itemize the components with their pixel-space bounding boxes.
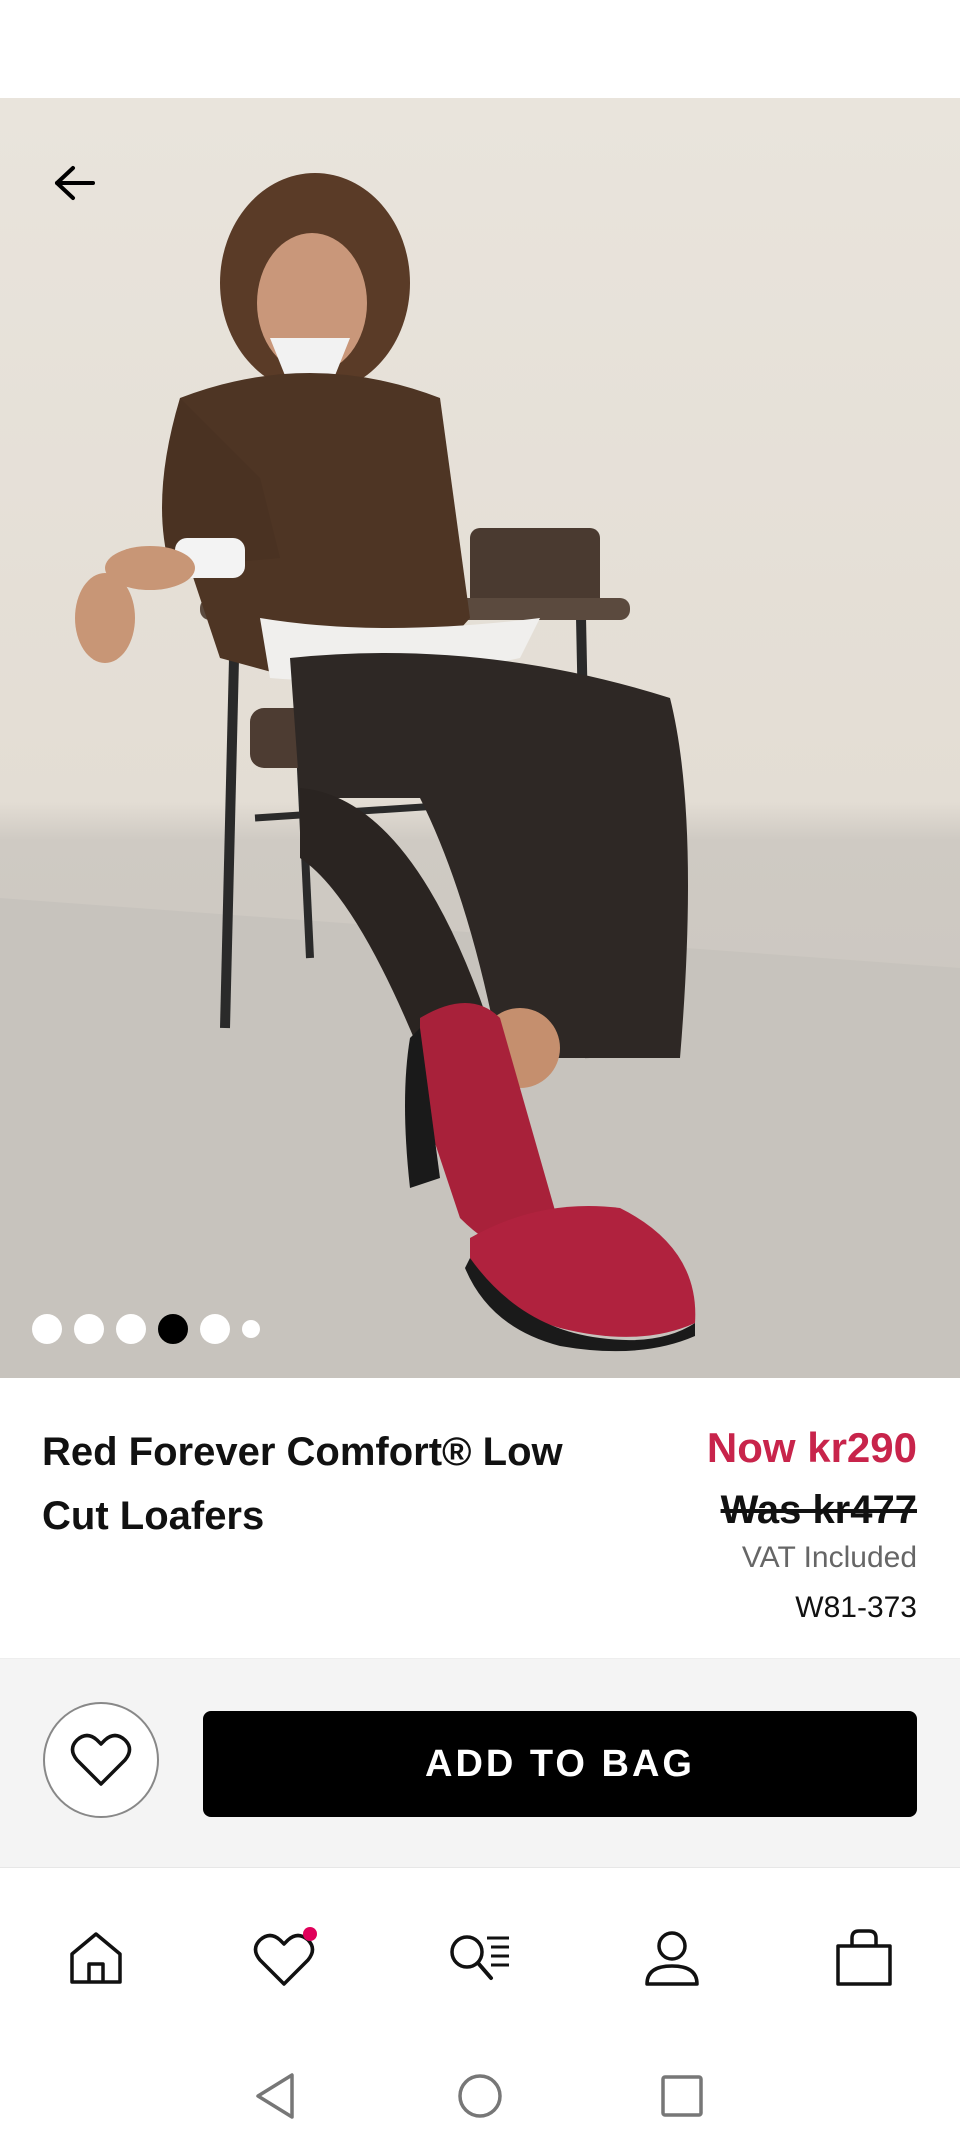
system-back-button[interactable] [245, 2066, 305, 2126]
gallery-pagination[interactable] [32, 1313, 260, 1345]
product-photo [0, 173, 960, 1378]
add-to-bag-button[interactable]: ADD TO BAG [203, 1711, 917, 1817]
purchase-action-bar: ADD TO BAG [0, 1658, 960, 1868]
current-price: Now kr290 [706, 1424, 917, 1471]
system-home-button[interactable] [450, 2066, 510, 2126]
home-icon [70, 1932, 122, 1984]
triangle-back-icon [256, 2073, 294, 2119]
square-recents-icon [661, 2075, 703, 2117]
system-navigation-bar [0, 2038, 960, 2144]
product-image-gallery[interactable] [0, 98, 960, 1378]
nav-home[interactable] [56, 1918, 136, 1998]
bottom-navigation [0, 1868, 960, 2038]
gallery-dot[interactable] [200, 1314, 230, 1344]
nav-search[interactable] [440, 1918, 520, 1998]
nav-account[interactable] [632, 1918, 712, 1998]
gallery-dot[interactable] [116, 1314, 146, 1344]
shopping-bag-icon [836, 1929, 892, 1986]
circle-home-icon [458, 2074, 502, 2118]
gallery-dot[interactable] [32, 1314, 62, 1344]
search-list-icon [450, 1935, 509, 1980]
notification-dot [303, 1927, 317, 1941]
status-bar [0, 0, 960, 98]
gallery-dot[interactable] [242, 1320, 260, 1338]
gallery-dot[interactable] [74, 1314, 104, 1344]
original-price: Was kr477 [720, 1488, 917, 1532]
product-sku: W81-373 [795, 1591, 917, 1624]
arrow-left-icon [55, 166, 95, 200]
product-info: Red Forever Comfort® Low Cut Loafers Now… [0, 1378, 960, 1658]
heart-icon [70, 1733, 132, 1786]
product-title: Red Forever Comfort® Low Cut Loafers [42, 1430, 563, 1538]
heart-icon [253, 1927, 317, 1986]
add-to-wishlist-button[interactable] [43, 1702, 159, 1818]
vat-note: VAT Included [741, 1541, 917, 1574]
nav-bag[interactable] [824, 1918, 904, 1998]
nav-favourites[interactable] [247, 1918, 327, 1998]
gallery-dot-active[interactable] [158, 1314, 188, 1344]
system-recents-button[interactable] [652, 2066, 712, 2126]
user-icon [645, 1931, 699, 1986]
back-button[interactable] [40, 148, 110, 218]
